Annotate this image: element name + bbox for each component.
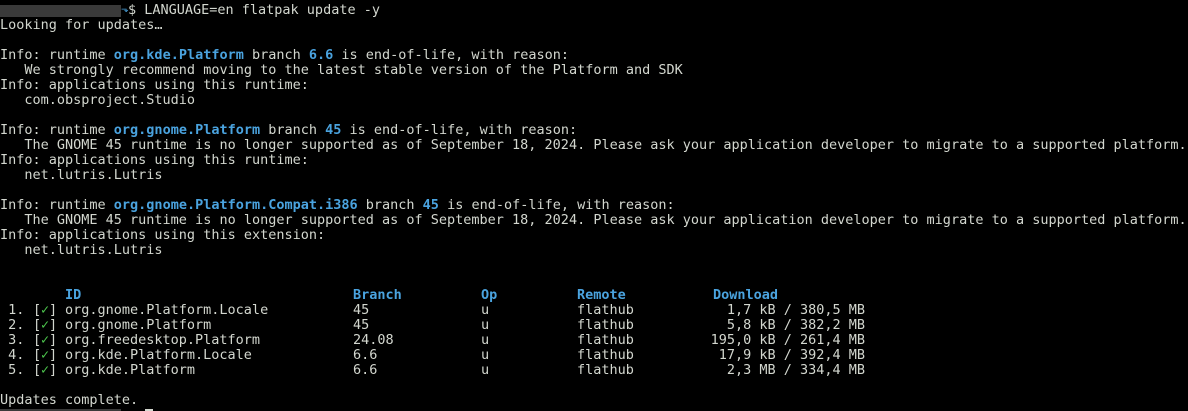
row-number: 1. [0, 302, 25, 318]
row-branch: 24.08 [353, 332, 394, 348]
row-download: 5,8 kB / 382,2 MB [726, 317, 865, 333]
header-branch: Branch [353, 287, 402, 303]
row-remote: flathub [577, 332, 634, 348]
row-id: org.freedesktop.Platform [65, 332, 261, 348]
row-op: u [481, 362, 490, 378]
apps-label: Info: applications using this runtime: [0, 152, 309, 168]
row-number: 5. [0, 362, 25, 378]
eol-reason: The GNOME 45 runtime is no longer suppor… [0, 137, 1187, 153]
row-op: u [481, 332, 490, 348]
table-row: 5. [ ✓ ] org.kde.Platform 6.6 u flathub … [0, 363, 1188, 378]
eol-reason: We strongly recommend moving to the late… [0, 62, 683, 78]
runtime-branch: 45 [325, 122, 342, 138]
row-op: u [481, 317, 490, 333]
info-prefix: Info: runtime [0, 122, 114, 138]
apps-label: Info: applications using this runtime: [0, 77, 309, 93]
header-download: Download [713, 287, 779, 303]
branch-word: branch [243, 47, 309, 63]
row-check-open: [ [33, 332, 42, 348]
table-row: 1. [ ✓ ] org.gnome.Platform.Locale 45 u … [0, 303, 1188, 318]
table-row: 3. [ ✓ ] org.freedesktop.Platform 24.08 … [0, 333, 1188, 348]
runtime-ref: org.gnome.Platform.Compat.i386 [113, 197, 358, 213]
row-check-close: ] [49, 317, 58, 333]
row-number: 4. [0, 347, 25, 363]
row-id: org.kde.Platform [65, 362, 196, 378]
check-icon: ✓ [41, 317, 50, 333]
row-download: 1,7 kB / 380,5 MB [726, 302, 865, 318]
affected-app: net.lutris.Lutris [0, 167, 163, 183]
eol-suffix: is end-of-life, with reason: [333, 47, 569, 63]
header-id: ID [65, 287, 82, 303]
row-remote: flathub [577, 362, 634, 378]
row-check-open: [ [33, 347, 42, 363]
branch-word: branch [357, 197, 423, 213]
info-prefix: Info: runtime [0, 197, 114, 213]
prompt-line: ⬎ $ LANGUAGE=en flatpak update -y [0, 3, 380, 18]
row-branch: 45 [353, 317, 370, 333]
next-prompt-line[interactable] [0, 407, 200, 411]
row-check-close: ] [49, 302, 58, 318]
table-row: 2. [ ✓ ] org.gnome.Platform 45 u flathub… [0, 318, 1188, 333]
runtime-ref: org.gnome.Platform [113, 122, 261, 138]
looking-text: Looking for updates… [0, 17, 163, 33]
check-icon: ✓ [41, 302, 50, 318]
row-id: org.gnome.Platform [65, 317, 212, 333]
row-check-close: ] [49, 362, 58, 378]
complete-text: Updates complete. [0, 392, 139, 408]
check-icon: ✓ [41, 332, 50, 348]
row-branch: 45 [353, 302, 370, 318]
row-branch: 6.6 [353, 362, 378, 378]
row-op: u [481, 347, 490, 363]
apps-label: Info: applications using this extension: [0, 227, 326, 243]
eol-info-line: Info: runtime org.gnome.Platform.Compat.… [0, 198, 675, 213]
branch-word: branch [260, 122, 326, 138]
header-remote: Remote [577, 287, 626, 303]
row-download: 195,0 kB / 261,4 MB [710, 332, 865, 348]
affected-app: com.obsproject.Studio [0, 92, 196, 108]
row-number: 3. [0, 332, 25, 348]
row-branch: 6.6 [353, 347, 378, 363]
eol-suffix: is end-of-life, with reason: [438, 197, 675, 213]
row-check-close: ] [49, 347, 58, 363]
runtime-ref: org.kde.Platform [113, 47, 244, 63]
redacted-user-host [0, 5, 121, 17]
row-check-open: [ [33, 302, 42, 318]
info-prefix: Info: runtime [0, 47, 114, 63]
row-check-open: [ [33, 317, 42, 333]
eol-reason: The GNOME 45 runtime is no longer suppor… [0, 212, 1187, 228]
row-remote: flathub [577, 317, 634, 333]
command-text: $ LANGUAGE=en flatpak update -y [128, 2, 380, 18]
check-icon: ✓ [41, 362, 50, 378]
eol-suffix: is end-of-life, with reason: [341, 122, 578, 138]
row-remote: flathub [577, 347, 634, 363]
eol-info-line: Info: runtime org.gnome.Platform branch … [0, 123, 577, 138]
table-header: ID Branch Op Remote Download [0, 288, 1188, 303]
check-icon: ✓ [41, 347, 50, 363]
runtime-branch: 6.6 [308, 47, 334, 63]
row-download: 17,9 kB / 392,4 MB [718, 347, 865, 363]
row-number: 2. [0, 317, 25, 333]
row-download: 2,3 MB / 334,4 MB [726, 362, 865, 378]
table-row: 4. [ ✓ ] org.kde.Platform.Locale 6.6 u f… [0, 348, 1188, 363]
row-op: u [481, 302, 490, 318]
runtime-branch: 45 [422, 197, 439, 213]
affected-app: net.lutris.Lutris [0, 242, 163, 258]
terminal-window[interactable]: ⬎ $ LANGUAGE=en flatpak update -y Looking… [0, 0, 1188, 411]
row-check-close: ] [49, 332, 58, 348]
row-check-open: [ [33, 362, 42, 378]
row-remote: flathub [577, 302, 634, 318]
row-id: org.gnome.Platform.Locale [65, 302, 269, 318]
row-id: org.kde.Platform.Locale [65, 347, 252, 363]
eol-info-line: Info: runtime org.kde.Platform branch 6.… [0, 48, 569, 63]
header-op: Op [481, 287, 498, 303]
